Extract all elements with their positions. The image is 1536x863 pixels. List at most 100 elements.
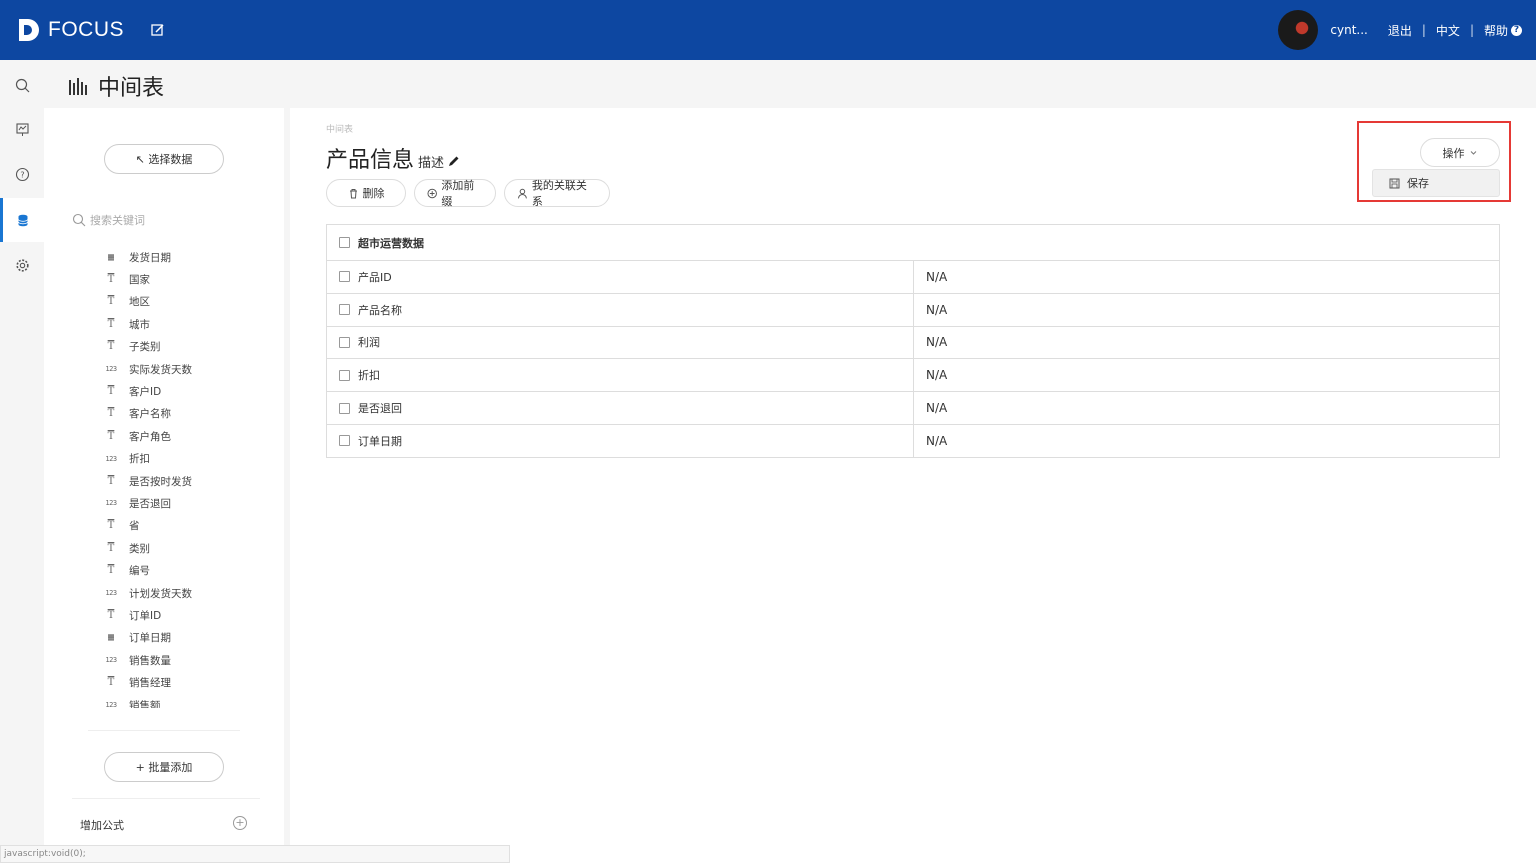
brand-name: FOCUS: [48, 18, 124, 41]
field-name: 子类别: [129, 341, 161, 354]
calendar-icon: ▦: [107, 251, 115, 263]
field-name: 国家: [129, 274, 150, 287]
search-box[interactable]: 搜索关键词: [72, 212, 145, 228]
row-checkbox[interactable]: [339, 304, 350, 316]
text-type-icon: T: [107, 318, 115, 330]
field-item[interactable]: T 子类别: [104, 336, 264, 358]
field-name: 是否退回: [129, 497, 171, 510]
table-title: 产品信息: [326, 148, 415, 173]
text-type-icon: T: [107, 609, 115, 621]
nav-data[interactable]: [0, 198, 44, 242]
nav-help[interactable]: ?: [0, 152, 44, 196]
field-item[interactable]: 123 折扣: [104, 448, 264, 470]
nav-search[interactable]: [0, 63, 44, 107]
field-item[interactable]: T 城市: [104, 313, 264, 335]
field-name: 客户ID: [129, 386, 162, 399]
description-label[interactable]: 描述: [418, 152, 444, 171]
add-formula-icon[interactable]: +: [233, 816, 247, 830]
field-item[interactable]: 123 计划发货天数: [104, 582, 264, 604]
row-checkbox[interactable]: [339, 369, 350, 381]
divider: [72, 798, 260, 799]
field-name: 地区: [129, 296, 150, 309]
search-icon: [72, 213, 86, 227]
field-name: 客户名称: [129, 408, 171, 421]
field-value-cell: N/A: [926, 368, 948, 383]
field-name: 类别: [129, 542, 150, 555]
field-item[interactable]: T 销售经理: [104, 671, 264, 693]
field-name: 销售数量: [129, 654, 171, 667]
language-link[interactable]: 中文: [1436, 22, 1460, 39]
divider: |: [1469, 23, 1474, 37]
my-relations-label: 我的关联关系: [531, 179, 587, 208]
field-name: 产品ID: [358, 270, 392, 284]
brand-logo[interactable]: FOCUS: [16, 16, 124, 44]
field-name: 是否按时发货: [129, 475, 192, 488]
text-type-icon: T: [107, 542, 115, 554]
field-item[interactable]: T 订单ID: [104, 604, 264, 626]
field-item[interactable]: ▦ 发货日期: [104, 246, 264, 268]
user-name[interactable]: cynt...: [1330, 23, 1367, 37]
field-name-cell: 是否退回: [327, 392, 914, 424]
fields-table: 超市运营数据 产品ID N/A 产品名称 N/A 利润 N/A 折扣 N/A 是否退回 N/A 订单…: [326, 224, 1500, 458]
field-value-cell: N/A: [926, 401, 948, 416]
select-data-button[interactable]: ↖ 选择数据: [104, 144, 224, 174]
row-checkbox[interactable]: [339, 402, 350, 414]
search-input[interactable]: 搜索关键词: [90, 212, 145, 228]
select-all-checkbox[interactable]: [339, 237, 350, 248]
text-type-icon: T: [107, 341, 115, 353]
edit-icon[interactable]: [150, 22, 166, 38]
search-icon: [15, 78, 29, 92]
field-value-cell: N/A: [926, 269, 948, 284]
row-checkbox[interactable]: [339, 435, 350, 447]
add-formula-label[interactable]: 增加公式: [80, 817, 124, 833]
row-checkbox[interactable]: [339, 336, 350, 348]
field-panel: ↖ 选择数据 搜索关键词 ▦ 发货日期 T 国家 T 地区 T 城市 T 子类别 123 实际发货天数…: [44, 108, 284, 863]
number-type-icon: 123: [105, 701, 117, 708]
field-name: 发货日期: [129, 251, 171, 264]
nav-settings[interactable]: [0, 243, 44, 287]
nav-dashboard[interactable]: [0, 107, 44, 151]
top-bar: FOCUS cynt... 退出 | 中文 | 帮助 ?: [0, 0, 1536, 60]
left-nav: ?: [0, 60, 44, 863]
question-icon[interactable]: ?: [1511, 24, 1522, 36]
field-item[interactable]: 123 实际发货天数: [104, 358, 264, 380]
avatar[interactable]: [1278, 10, 1319, 50]
field-item[interactable]: T省: [104, 515, 264, 537]
my-relations-button[interactable]: 我的关联关系: [504, 179, 610, 208]
field-name: 订单日期: [358, 434, 402, 448]
field-name: 客户角色: [129, 430, 171, 443]
add-prefix-button[interactable]: 添加前缀: [414, 179, 496, 208]
svg-text:?: ?: [20, 170, 24, 179]
field-name: 省: [129, 520, 140, 533]
field-item[interactable]: T 是否按时发货: [104, 470, 264, 492]
field-item[interactable]: 123 销售额: [104, 694, 264, 709]
field-item[interactable]: T 编号: [104, 559, 264, 581]
help-link[interactable]: 帮助: [1484, 22, 1508, 39]
field-item[interactable]: 123 是否退回: [104, 492, 264, 514]
field-item[interactable]: T 客户ID: [104, 380, 264, 402]
field-item[interactable]: T 客户名称: [104, 403, 264, 425]
field-name: 折扣: [129, 453, 150, 466]
field-value-cell: N/A: [926, 302, 948, 317]
row-checkbox[interactable]: [339, 271, 350, 283]
breadcrumb[interactable]: 中间表: [326, 122, 353, 135]
logout-link[interactable]: 退出: [1388, 22, 1412, 39]
field-item[interactable]: T 国家: [104, 268, 264, 290]
field-name: 折扣: [358, 369, 380, 383]
field-name-cell: 订单日期: [327, 424, 914, 457]
pencil-icon[interactable]: [448, 155, 460, 167]
field-item[interactable]: T 地区: [104, 291, 264, 313]
field-item[interactable]: T 客户角色: [104, 425, 264, 447]
page-title-text: 中间表: [98, 76, 165, 101]
batch-add-button[interactable]: + 批量添加: [104, 752, 224, 782]
table-row: 产品名称 N/A: [327, 292, 1499, 326]
field-name: 计划发货天数: [129, 587, 192, 600]
field-item[interactable]: 123 销售数量: [104, 649, 264, 671]
divider: |: [1421, 23, 1426, 37]
field-item[interactable]: ▦ 订单日期: [104, 627, 264, 649]
field-value-cell: N/A: [926, 335, 948, 350]
delete-label: 删除: [362, 187, 385, 200]
field-name-cell: 利润: [327, 326, 914, 359]
field-item[interactable]: T 类别: [104, 537, 264, 559]
delete-button[interactable]: 删除: [326, 179, 406, 207]
